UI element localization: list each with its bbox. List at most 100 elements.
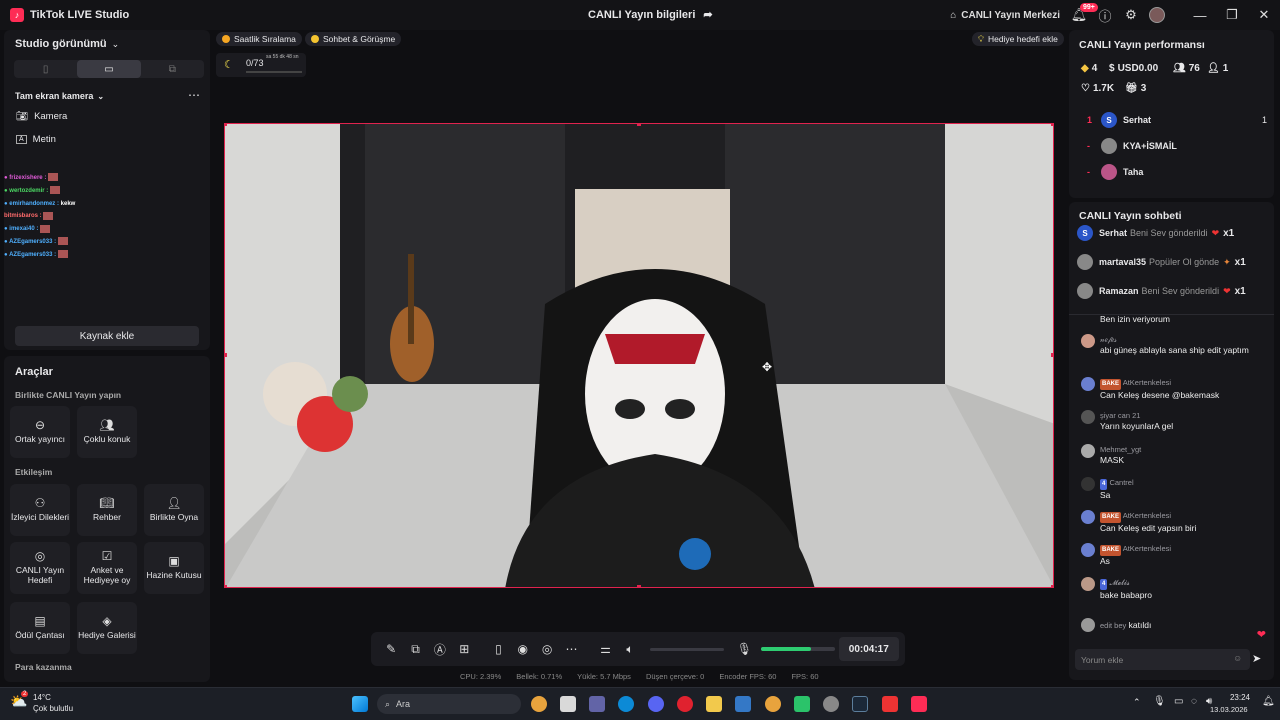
- clock-date[interactable]: 13.03.2026: [1210, 705, 1248, 714]
- overlay-chat-line: ● AZEgamers033 :: [4, 236, 75, 249]
- magic-wand-button[interactable]: ✎: [379, 642, 403, 656]
- taskbar-search[interactable]: ⌕ Ara: [377, 694, 521, 714]
- play-together-tool[interactable]: 👤︎ Birlikte Oyna: [144, 484, 204, 536]
- speaker-button[interactable]: 🔈︎: [618, 642, 642, 657]
- chrome-2-icon[interactable]: [765, 696, 781, 712]
- dual-option[interactable]: ⧉: [141, 60, 204, 78]
- effects-icon: ⧉: [411, 641, 420, 656]
- send-icon[interactable]: ➤: [1252, 652, 1261, 665]
- weather-temp: 14°C: [33, 693, 51, 702]
- control-bar: ✎ ⧉ Ⓐ ⊞ ▯ ◉ ◎ ⋯ ⚌ 🔈︎ 🎙︎ 00:04:17: [371, 632, 905, 666]
- adjust-button[interactable]: ⚌: [593, 642, 617, 656]
- mic-slider[interactable]: [760, 647, 835, 651]
- title-bar: ♪ TikTok LIVE Studio CANLI Yayın bilgile…: [0, 0, 1280, 30]
- tiktok-icon[interactable]: [911, 696, 927, 712]
- volume-slider[interactable]: [650, 647, 725, 651]
- live-center-button[interactable]: ⌂ CANLI Yayın Merkezi: [944, 0, 1066, 30]
- ranking-row[interactable]: 1 S Serhat 1: [1087, 112, 1267, 128]
- maximize-button[interactable]: ❐: [1216, 0, 1248, 30]
- discord-icon[interactable]: [648, 696, 664, 712]
- resize-handle[interactable]: [225, 124, 227, 126]
- resize-handle[interactable]: [1051, 124, 1053, 126]
- clock-time[interactable]: 23:24: [1228, 693, 1250, 702]
- emoji-icon[interactable]: ☺: [1233, 653, 1242, 663]
- resize-handle[interactable]: [225, 585, 227, 587]
- app-2-icon[interactable]: [823, 696, 839, 712]
- reward-bag-tool[interactable]: ▤ Ödül Çantası: [10, 602, 70, 654]
- layout-button[interactable]: ⊞: [452, 642, 476, 656]
- resize-handle[interactable]: [225, 353, 227, 357]
- chevron-up-icon[interactable]: ⌃: [1133, 697, 1141, 708]
- edge-icon[interactable]: [618, 696, 634, 712]
- gift-gallery-tool[interactable]: ◈ Hediye Galerisi: [77, 602, 137, 654]
- minimize-button[interactable]: —: [1184, 0, 1216, 30]
- snapshot-button[interactable]: ◎: [535, 642, 559, 656]
- profile-button[interactable]: [1144, 0, 1170, 30]
- resize-handle[interactable]: [637, 585, 641, 587]
- source-text[interactable]: A Metin: [16, 134, 56, 145]
- chat-meet-button[interactable]: Sohbet & Görüşme: [305, 32, 402, 46]
- comment-input[interactable]: Yorum ekle ☺: [1075, 649, 1250, 670]
- phone-button[interactable]: ▯: [486, 642, 510, 656]
- more-button[interactable]: ⋯: [559, 642, 583, 656]
- gift-goal-button[interactable]: 💡︎ Hediye hedefi ekle: [972, 32, 1064, 46]
- video-preview[interactable]: ✥: [224, 123, 1054, 588]
- notifications-button[interactable]: 🔔︎ 99+: [1066, 0, 1098, 30]
- studio-view-dropdown[interactable]: Studio görünümü ⌄: [15, 38, 119, 50]
- resize-handle[interactable]: [1051, 585, 1053, 587]
- source-camera[interactable]: 📷︎ Kamera: [16, 111, 67, 122]
- chat-message: 4 𝓜𝓮𝓵𝓲𝓼 bake babapro: [1100, 578, 1152, 600]
- chevron-down-icon: ⌄: [111, 38, 120, 49]
- app-icon[interactable]: [794, 696, 810, 712]
- close-button[interactable]: ✕: [1248, 0, 1280, 30]
- mic-tray-icon[interactable]: 🎙︎: [1153, 696, 1166, 707]
- resize-handle[interactable]: [637, 124, 641, 126]
- add-source-button[interactable]: Kaynak ekle: [15, 326, 199, 346]
- avatar: [1081, 577, 1095, 591]
- landscape-option[interactable]: ▭: [77, 60, 141, 78]
- effects-button[interactable]: ⧉: [403, 642, 427, 657]
- tool-label: Hazine Kutusu: [146, 570, 202, 580]
- poll-tool[interactable]: ☑ Anket ve Hediyeye oy: [77, 542, 137, 594]
- ranking-row[interactable]: - KYA+İSMAİL: [1087, 138, 1177, 154]
- goal-widget[interactable]: ☾ 0/73 sa 55 dk 48 sn: [216, 53, 306, 77]
- followers-stat: 👤︎ 1: [1207, 63, 1229, 74]
- record-button[interactable]: ◉: [511, 642, 535, 656]
- mic-button[interactable]: 🎙︎: [732, 642, 756, 656]
- viewer-wishes-tool[interactable]: ⚇ İzleyici Dilekleri: [10, 484, 70, 536]
- ai-button[interactable]: Ⓐ: [428, 641, 452, 658]
- notification-icon[interactable]: 🔔︎: [1262, 696, 1275, 707]
- resize-handle[interactable]: [1051, 353, 1053, 357]
- co-host-tool[interactable]: ⊖ Ortak yayıncı: [10, 406, 70, 458]
- mail-icon[interactable]: [735, 696, 751, 712]
- network-icon[interactable]: ◌: [1191, 696, 1197, 707]
- chrome-icon[interactable]: [531, 696, 547, 712]
- hourly-ranking-button[interactable]: Saatlik Sıralama: [216, 32, 302, 46]
- heart-icon[interactable]: ❤: [1257, 628, 1266, 641]
- more-icon[interactable]: ⋯: [188, 88, 200, 102]
- display-icon[interactable]: ▭: [1174, 696, 1183, 707]
- guide-tool[interactable]: 📖︎ Rehber: [77, 484, 137, 536]
- ranking-row[interactable]: - Taha: [1087, 164, 1143, 180]
- help-button[interactable]: ⓘ: [1092, 0, 1118, 30]
- folder-icon[interactable]: [706, 696, 722, 712]
- teams-icon[interactable]: [589, 696, 605, 712]
- live-info-button[interactable]: CANLI Yayın bilgileri ➦: [588, 8, 713, 22]
- settings-button[interactable]: ⚙: [1118, 0, 1144, 30]
- youtube-icon[interactable]: [882, 696, 898, 712]
- avatar: S: [1101, 112, 1117, 128]
- pill-label: Saatlik Sıralama: [234, 34, 296, 44]
- opera-icon[interactable]: [677, 696, 693, 712]
- multi-guest-tool[interactable]: 👥︎ Çoklu konuk: [77, 406, 137, 458]
- windows-start-icon[interactable]: [352, 696, 368, 712]
- cpu-stat: CPU: 2.39%: [460, 672, 502, 681]
- live-goal-tool[interactable]: ◎ CANLI Yayın Hedefi: [10, 542, 70, 594]
- mic-icon: 🎙︎: [736, 642, 752, 656]
- scene-dropdown[interactable]: Tam ekran kamera ⌄: [15, 91, 104, 101]
- portrait-option[interactable]: ▯: [14, 60, 77, 78]
- store-icon[interactable]: [560, 696, 576, 712]
- performance-title: CANLI Yayın performansı: [1079, 39, 1205, 51]
- steam-icon[interactable]: [852, 696, 868, 712]
- moon-icon: ☾: [224, 59, 234, 71]
- treasure-box-tool[interactable]: ▣ Hazine Kutusu: [144, 542, 204, 594]
